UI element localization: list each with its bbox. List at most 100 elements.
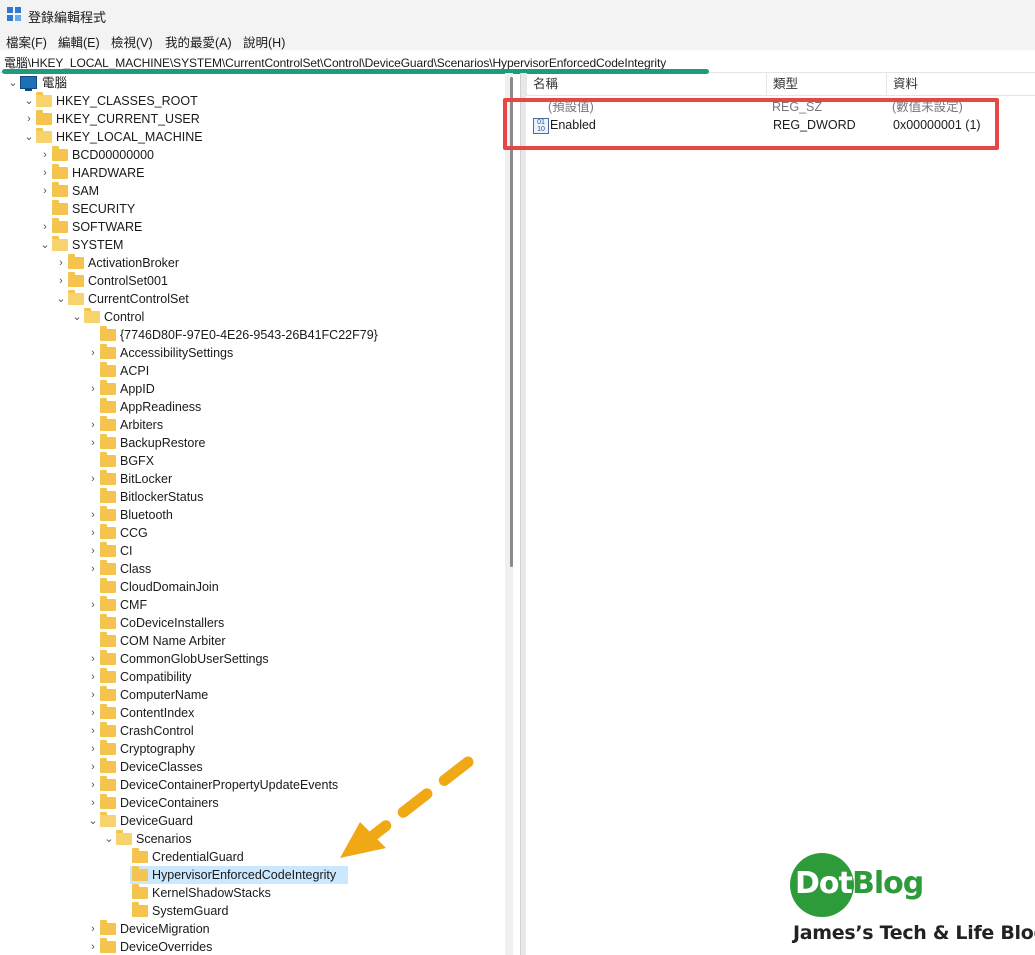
column-type[interactable]: 類型 bbox=[766, 73, 885, 95]
chevron-right-icon[interactable]: › bbox=[56, 272, 66, 290]
tree-item[interactable]: › DeviceMigration bbox=[0, 920, 505, 938]
tree-item[interactable]: KernelShadowStacks bbox=[0, 884, 505, 902]
tree-item[interactable]: CoDeviceInstallers bbox=[0, 614, 505, 632]
tree-item[interactable]: › SOFTWARE bbox=[0, 218, 505, 236]
chevron-down-icon[interactable]: ⌄ bbox=[40, 236, 50, 254]
chevron-right-icon[interactable]: › bbox=[88, 740, 98, 758]
tree-item[interactable]: {7746D80F-97E0-4E26-9543-26B41FC22F79} bbox=[0, 326, 505, 344]
tree-item-label: Control bbox=[104, 310, 145, 324]
tree-item[interactable]: › HARDWARE bbox=[0, 164, 505, 182]
tree-item[interactable]: ⌄ HKEY_CLASSES_ROOT bbox=[0, 92, 505, 110]
chevron-right-icon[interactable]: › bbox=[56, 254, 66, 272]
tree-item[interactable]: ACPI bbox=[0, 362, 505, 380]
chevron-right-icon[interactable]: › bbox=[88, 434, 98, 452]
tree-item[interactable]: BGFX bbox=[0, 452, 505, 470]
chevron-down-icon[interactable]: ⌄ bbox=[24, 92, 34, 110]
tree-item[interactable]: › AppID bbox=[0, 380, 505, 398]
column-data[interactable]: 資料 bbox=[886, 73, 1033, 95]
tree-item-label: DeviceClasses bbox=[120, 760, 203, 774]
tree-item-label: ACPI bbox=[120, 364, 150, 378]
tree-item[interactable]: SECURITY bbox=[0, 200, 505, 218]
chevron-down-icon[interactable]: ⌄ bbox=[88, 812, 98, 830]
chevron-right-icon[interactable]: › bbox=[88, 560, 98, 578]
chevron-right-icon[interactable]: › bbox=[88, 920, 98, 938]
tree-item[interactable]: › CrashControl bbox=[0, 722, 505, 740]
tree-item[interactable]: › CMF bbox=[0, 596, 505, 614]
chevron-right-icon[interactable]: › bbox=[88, 542, 98, 560]
chevron-right-icon[interactable]: › bbox=[88, 938, 98, 955]
tree-item[interactable]: › HKEY_CURRENT_USER bbox=[0, 110, 505, 128]
chevron-right-icon[interactable]: › bbox=[88, 470, 98, 488]
chevron-right-icon[interactable]: › bbox=[40, 164, 50, 182]
chevron-right-icon[interactable]: › bbox=[40, 218, 50, 236]
tree-item-label: SECURITY bbox=[72, 202, 136, 216]
pane-splitter[interactable] bbox=[520, 73, 526, 955]
tree-item[interactable]: › DeviceOverrides bbox=[0, 938, 505, 955]
tree-item-computer[interactable]: ⌄ 電腦 bbox=[0, 74, 505, 92]
menu-help[interactable]: 說明(H) bbox=[243, 32, 285, 51]
tree-item-label: CrashControl bbox=[120, 724, 194, 738]
tree-item-label: CoDeviceInstallers bbox=[120, 616, 225, 630]
folder-icon bbox=[100, 398, 116, 413]
chevron-right-icon[interactable]: › bbox=[88, 668, 98, 686]
folder-icon bbox=[68, 290, 84, 305]
tree-item[interactable]: › AccessibilitySettings bbox=[0, 344, 505, 362]
tree-item[interactable]: › ActivationBroker bbox=[0, 254, 505, 272]
tree-item[interactable]: ⌄ Control bbox=[0, 308, 505, 326]
tree-item[interactable]: › CommonGlobUserSettings bbox=[0, 650, 505, 668]
chevron-right-icon[interactable]: › bbox=[40, 146, 50, 164]
chevron-right-icon[interactable]: › bbox=[88, 722, 98, 740]
menu-favorites[interactable]: 我的最愛(A) bbox=[165, 32, 232, 51]
tree-item-label: Cryptography bbox=[120, 742, 196, 756]
chevron-down-icon[interactable]: ⌄ bbox=[56, 290, 66, 308]
chevron-right-icon[interactable]: › bbox=[88, 794, 98, 812]
column-name[interactable]: 名稱 bbox=[526, 73, 770, 95]
tree-item[interactable]: › ComputerName bbox=[0, 686, 505, 704]
tree-item[interactable]: ⌄ CurrentControlSet bbox=[0, 290, 505, 308]
tree-item[interactable]: SystemGuard bbox=[0, 902, 505, 920]
chevron-right-icon[interactable]: › bbox=[88, 596, 98, 614]
tree-item[interactable]: › BitLocker bbox=[0, 470, 505, 488]
chevron-right-icon[interactable]: › bbox=[24, 110, 34, 128]
tree-item[interactable]: ⌄ HKEY_LOCAL_MACHINE bbox=[0, 128, 505, 146]
tree-item[interactable]: CloudDomainJoin bbox=[0, 578, 505, 596]
chevron-right-icon[interactable]: › bbox=[88, 776, 98, 794]
tree-item-label: SOFTWARE bbox=[72, 220, 143, 234]
tree-item[interactable]: COM Name Arbiter bbox=[0, 632, 505, 650]
chevron-right-icon[interactable]: › bbox=[88, 524, 98, 542]
tree-item[interactable]: › Compatibility bbox=[0, 668, 505, 686]
menu-file[interactable]: 檔案(F) bbox=[6, 32, 47, 51]
tree-item[interactable]: › Class bbox=[0, 560, 505, 578]
tree-scrollbar-thumb[interactable] bbox=[510, 77, 513, 567]
chevron-right-icon[interactable]: › bbox=[88, 344, 98, 362]
chevron-right-icon[interactable]: › bbox=[88, 416, 98, 434]
tree-item[interactable]: › CCG bbox=[0, 524, 505, 542]
menu-edit[interactable]: 編輯(E) bbox=[58, 32, 100, 51]
chevron-right-icon[interactable]: › bbox=[88, 686, 98, 704]
chevron-down-icon[interactable]: ⌄ bbox=[24, 128, 34, 146]
tree-item[interactable]: › Bluetooth bbox=[0, 506, 505, 524]
chevron-right-icon[interactable]: › bbox=[88, 758, 98, 776]
tree-item[interactable]: › ContentIndex bbox=[0, 704, 505, 722]
tree-item[interactable]: › CI bbox=[0, 542, 505, 560]
chevron-right-icon[interactable]: › bbox=[88, 650, 98, 668]
folder-icon bbox=[36, 128, 52, 143]
tree-item[interactable]: › BCD00000000 bbox=[0, 146, 505, 164]
chevron-down-icon[interactable]: ⌄ bbox=[8, 74, 18, 92]
chevron-right-icon[interactable]: › bbox=[88, 704, 98, 722]
folder-icon bbox=[100, 380, 116, 395]
chevron-right-icon[interactable]: › bbox=[88, 380, 98, 398]
tree-item[interactable]: › ControlSet001 bbox=[0, 272, 505, 290]
tree-item[interactable]: BitlockerStatus bbox=[0, 488, 505, 506]
tree-item[interactable]: ⌄ SYSTEM bbox=[0, 236, 505, 254]
tree-item[interactable]: AppReadiness bbox=[0, 398, 505, 416]
menu-view[interactable]: 檢視(V) bbox=[111, 32, 153, 51]
tree-item[interactable]: › BackupRestore bbox=[0, 434, 505, 452]
chevron-down-icon[interactable]: ⌄ bbox=[72, 308, 82, 326]
chevron-right-icon[interactable]: › bbox=[88, 506, 98, 524]
chevron-down-icon[interactable]: ⌄ bbox=[104, 830, 114, 848]
folder-icon bbox=[100, 704, 116, 719]
tree-item[interactable]: › Arbiters bbox=[0, 416, 505, 434]
tree-item[interactable]: › SAM bbox=[0, 182, 505, 200]
chevron-right-icon[interactable]: › bbox=[40, 182, 50, 200]
